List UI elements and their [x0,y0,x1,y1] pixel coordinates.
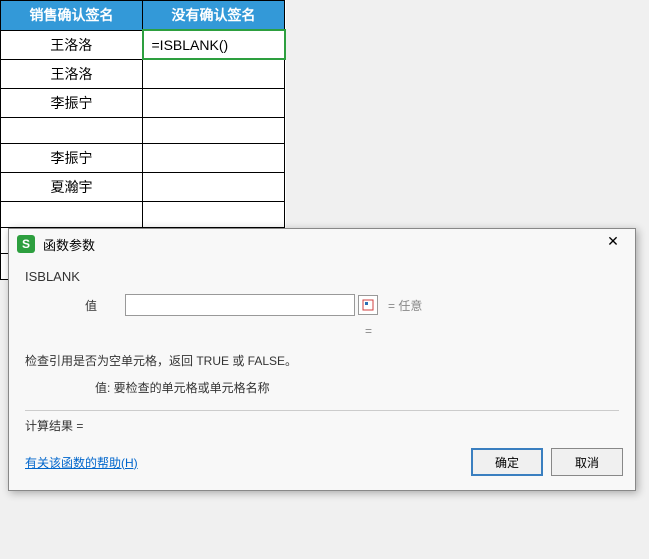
cell[interactable] [143,117,285,143]
close-icon: ✕ [607,233,619,249]
editing-cell[interactable]: =ISBLANK() [143,30,285,59]
column-header-2[interactable]: 没有确认签名 [143,1,285,31]
cell[interactable] [143,201,285,227]
ok-button[interactable]: 确定 [471,448,543,476]
divider [25,410,619,411]
cell[interactable]: 李振宁 [1,143,143,172]
table-row[interactable]: 夏瀚宇 [1,172,285,201]
cell[interactable] [143,59,285,88]
help-link[interactable]: 有关该函数的帮助(H) [25,454,463,471]
param-input[interactable] [125,294,355,316]
formula-result-equals: = [25,324,619,338]
cell[interactable]: 夏瀚宇 [1,172,143,201]
range-selector-icon [362,299,374,311]
table-row[interactable] [1,117,285,143]
function-arguments-dialog: S 函数参数 ✕ ISBLANK 值 = 任意 = 检查引用是否为空单元格，返回… [8,228,636,491]
calculation-result: 计算结果 = [25,417,619,434]
app-icon: S [17,235,35,253]
cell[interactable]: 王洛洛 [1,59,143,88]
close-button[interactable]: ✕ [599,233,627,255]
cell[interactable]: 李振宁 [1,88,143,117]
table-row[interactable] [1,201,285,227]
dialog-title: 函数参数 [43,235,599,254]
cell[interactable] [143,172,285,201]
function-name: ISBLANK [25,269,619,284]
table-row[interactable]: 王洛洛 [1,59,285,88]
column-header-1[interactable]: 销售确认签名 [1,1,143,31]
table-row[interactable]: 李振宁 [1,88,285,117]
param-preview: = 任意 [388,297,422,314]
cell[interactable] [143,143,285,172]
dialog-titlebar[interactable]: S 函数参数 ✕ [9,229,635,259]
cell[interactable] [143,88,285,117]
param-label: 值 [85,297,125,314]
argument-description: 值: 要检查的单元格或单元格名称 [25,379,619,396]
function-description: 检查引用是否为空单元格，返回 TRUE 或 FALSE。 [25,352,619,369]
table-row[interactable]: 王洛洛 =ISBLANK() [1,30,285,59]
cancel-button[interactable]: 取消 [551,448,623,476]
table-row[interactable]: 李振宁 [1,143,285,172]
range-selector-button[interactable] [358,295,378,315]
cell[interactable] [1,201,143,227]
cell[interactable]: 王洛洛 [1,30,143,59]
cell[interactable] [1,117,143,143]
